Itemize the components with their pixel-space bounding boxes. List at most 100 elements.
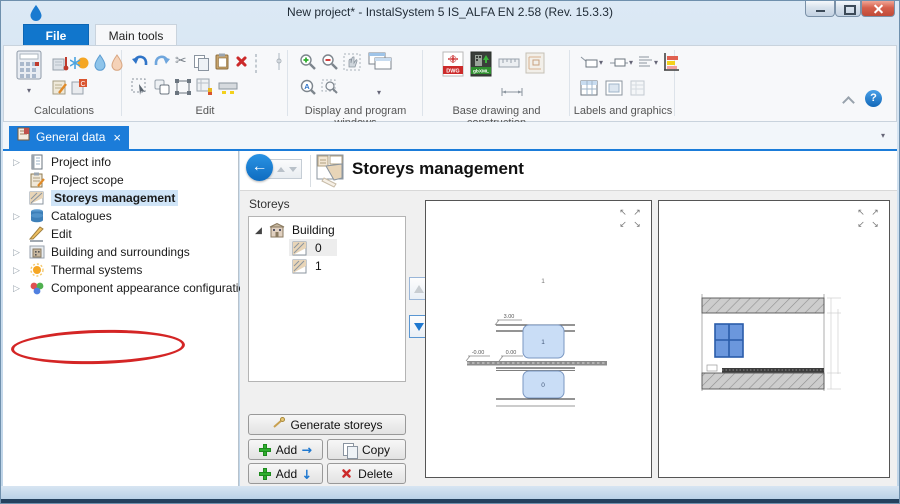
close-button[interactable] <box>861 1 895 17</box>
back-button[interactable]: ← <box>246 154 273 181</box>
tab-file[interactable]: File <box>23 24 89 46</box>
tab-main-tools[interactable]: Main tools <box>95 24 177 46</box>
heating-cooling-icon[interactable] <box>70 54 90 77</box>
minimize-button[interactable] <box>805 1 835 17</box>
section-drawing: 1 3.00 1 -0.00 0.00 <box>426 201 651 477</box>
copy-storey-button[interactable]: Copy <box>327 439 406 460</box>
select-elements-icon[interactable] <box>131 78 149 101</box>
expand-icon[interactable]: ▷ <box>13 157 25 168</box>
calc-config-doc-icon[interactable]: C <box>70 78 88 101</box>
expand-icon[interactable]: ▷ <box>13 247 25 258</box>
transform-icon[interactable] <box>174 78 192 101</box>
sidebar-item-thermal-systems[interactable]: ▷ Thermal systems <box>3 261 238 279</box>
tab-list-dropdown-icon[interactable]: ▾ <box>881 132 885 140</box>
paste-icon[interactable] <box>214 53 230 75</box>
duplicate-shape-icon[interactable] <box>153 78 171 101</box>
copy-icon <box>343 443 357 457</box>
maximize-button[interactable] <box>835 1 861 17</box>
water-drop-blue-icon[interactable] <box>93 54 107 76</box>
legend-grid-icon[interactable] <box>630 80 646 101</box>
storey-elevation-preview[interactable]: ↖ ↗ ↙ ↘ <box>658 200 890 478</box>
label-dropdown-icon[interactable]: ▾ <box>599 59 603 67</box>
graph-icon[interactable] <box>662 52 680 77</box>
calc-results-doc-icon[interactable] <box>51 78 69 101</box>
undo-icon[interactable] <box>131 54 149 75</box>
window-bottom-edge <box>1 499 899 503</box>
ruler-icon[interactable] <box>498 56 520 74</box>
align-axis-icon[interactable] <box>274 53 284 75</box>
storey-node-icon <box>292 241 308 256</box>
sidebar-item-project-info[interactable]: ▷ Project info <box>3 153 238 171</box>
arrow-up-icon: ↗ <box>299 441 316 458</box>
sidebar-item-building-surroundings[interactable]: ▷ Building and surroundings <box>3 243 238 261</box>
collapse-ribbon-icon[interactable] <box>844 94 854 104</box>
windows-more-chevron-icon[interactable]: ▾ <box>377 89 381 97</box>
image-frame-icon[interactable] <box>605 80 623 101</box>
group-separator <box>569 50 570 116</box>
tab-general-data[interactable]: General data × <box>9 126 129 149</box>
selection-frame-icon[interactable] <box>255 55 257 73</box>
storeys-plan-icon <box>316 154 348 193</box>
inline-label-icon[interactable] <box>610 55 628 74</box>
building-thermal-calc-icon[interactable] <box>51 54 69 77</box>
storeys-tree[interactable]: ◢ Building 0 1 <box>248 216 406 382</box>
expand-icon[interactable]: ▷ <box>13 283 25 294</box>
storeys-content: Storeys ◢ Building 0 1 <box>240 191 897 486</box>
water-drop-warm-icon[interactable] <box>110 54 124 76</box>
node-label: Building <box>292 223 335 237</box>
svg-text:C: C <box>80 81 85 88</box>
svg-text:1: 1 <box>541 278 545 285</box>
expand-icon[interactable]: ▷ <box>13 265 25 276</box>
expand-icon[interactable]: ▷ <box>13 211 25 222</box>
thermal-icon <box>29 262 47 278</box>
program-windows-icon[interactable] <box>367 51 393 76</box>
expanded-icon[interactable]: ◢ <box>255 225 262 236</box>
sidebar-item-edit[interactable]: Edit <box>3 225 238 243</box>
main-header: ← Storeys management <box>240 151 897 191</box>
pan-view-icon[interactable] <box>343 53 361 76</box>
help-icon[interactable]: ? <box>865 90 882 107</box>
zoom-all-icon[interactable]: A <box>299 78 317 101</box>
import-dwg-icon[interactable]: DWG <box>442 51 464 82</box>
inline-label-dropdown-icon[interactable]: ▾ <box>629 59 633 67</box>
svg-text:3.00: 3.00 <box>504 314 515 320</box>
import-gbxml-icon[interactable]: gbXML <box>470 51 492 82</box>
storeys-icon <box>29 190 47 206</box>
sidebar-item-component-appearance[interactable]: ▷ Component appearance configuration <box>3 279 238 297</box>
label-with-leader-icon[interactable] <box>580 55 598 74</box>
array-copy-icon[interactable] <box>196 78 214 101</box>
group-label-edit: Edit <box>123 105 287 117</box>
zoom-window-icon[interactable] <box>321 78 339 101</box>
window-bottom-frame <box>1 486 899 503</box>
svg-text:0: 0 <box>541 382 545 389</box>
elevation-drawing <box>659 201 889 477</box>
close-tab-icon[interactable]: × <box>113 126 121 149</box>
add-storey-above-button[interactable]: Add ↗ <box>248 439 323 460</box>
storeys-section-preview[interactable]: ↖ ↗ ↙ ↘ 1 3.00 1 -0.00 <box>425 200 652 478</box>
sidebar-item-project-scope[interactable]: Project scope <box>3 171 238 189</box>
storey-node-icon <box>292 259 308 274</box>
zoom-in-icon[interactable] <box>299 53 317 76</box>
redo-icon[interactable] <box>153 54 171 75</box>
construction-plan-icon[interactable] <box>525 52 545 79</box>
text-note-dropdown-icon[interactable]: ▾ <box>654 59 658 67</box>
page-title: Storeys management <box>352 159 524 179</box>
building-node-icon <box>269 223 285 238</box>
dimension-line-icon[interactable] <box>500 84 524 102</box>
sidebar-item-catalogues[interactable]: ▷ Catalogues <box>3 207 238 225</box>
add-storey-below-button[interactable]: Add ↘ <box>248 463 323 484</box>
zoom-out-icon[interactable] <box>321 53 339 76</box>
annotation-ellipse <box>11 328 186 367</box>
svg-text:DWG: DWG <box>446 69 459 75</box>
window-title: New project* - InstalSystem 5 IS_ALFA EN… <box>1 5 899 19</box>
chevron-down-icon[interactable]: ▾ <box>12 87 46 95</box>
text-note-icon[interactable] <box>638 54 654 74</box>
table-icon[interactable] <box>580 80 598 101</box>
calculate-button[interactable]: ▾ <box>12 50 46 95</box>
delete-storey-button[interactable]: Delete <box>327 463 406 484</box>
generate-storeys-button[interactable]: Generate storeys <box>248 414 406 435</box>
spacing-icon[interactable] <box>218 78 238 101</box>
document-tab-bar: General data × ▾ <box>3 122 897 149</box>
cut-icon[interactable]: ✂ <box>175 52 187 69</box>
sidebar-item-storeys-management[interactable]: Storeys management <box>3 189 238 207</box>
